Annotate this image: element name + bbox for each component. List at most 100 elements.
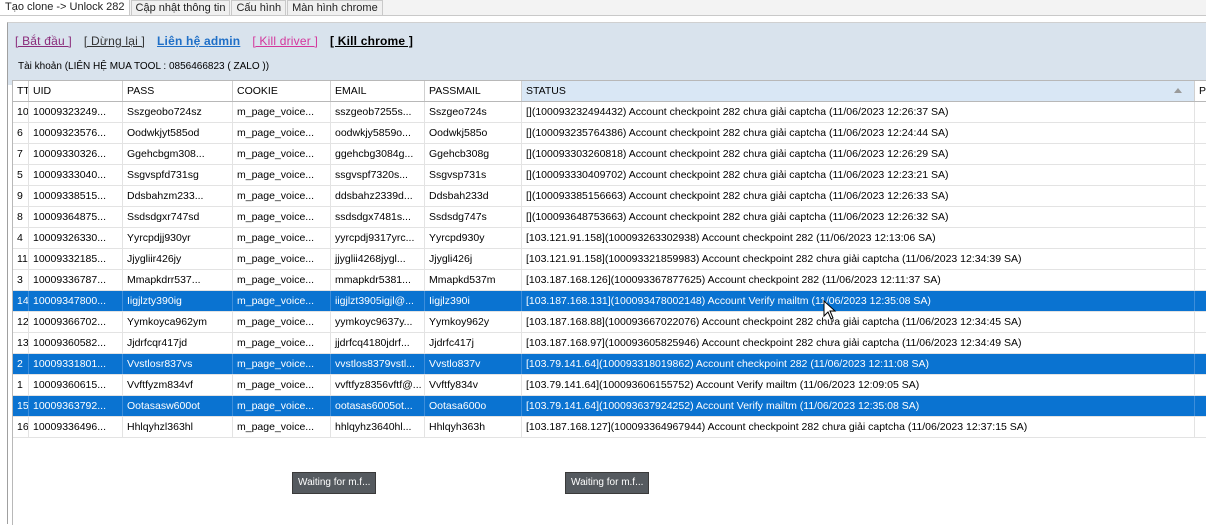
cell-tt: 3 bbox=[13, 270, 29, 290]
cell-cookie: m_page_voice... bbox=[233, 249, 331, 269]
column-header-pass[interactable]: PASS bbox=[123, 81, 233, 101]
cell-status: [](100093235764386) Account checkpoint 2… bbox=[522, 123, 1195, 143]
cell-pass: Yyrcpdjj930yr bbox=[123, 228, 233, 248]
table-row[interactable]: 7 10009330326... Ggehcbgm308... m_page_voic… bbox=[13, 144, 1206, 165]
contact-admin-link[interactable]: Liên hệ admin bbox=[157, 34, 240, 50]
cell-pass: Hhlqyhzl363hl bbox=[123, 417, 233, 437]
cell-pass: Ssgvspfd731sg bbox=[123, 165, 233, 185]
table-row[interactable]: 15 10009363792... Ootasasw600ot m_page_voic… bbox=[13, 396, 1206, 417]
table-row[interactable]: 12 10009366702... Yymkoyca962ym m_page_voic… bbox=[13, 312, 1206, 333]
table-row[interactable]: 13 10009360582... Jjdrfcqr417jd m_page_voic… bbox=[13, 333, 1206, 354]
cell-tt: 13 bbox=[13, 333, 29, 353]
cell-status: [103.187.168.126](100093367877625) Accou… bbox=[522, 270, 1195, 290]
cell-passmail: Yymkoy962y bbox=[425, 312, 522, 332]
cell-email: ssdsdgx7481s... bbox=[331, 207, 425, 227]
cell-status: [](100093648753663) Account checkpoint 2… bbox=[522, 207, 1195, 227]
cell-cookie: m_page_voice... bbox=[233, 270, 331, 290]
cell-email: ggehcbg3084g... bbox=[331, 144, 425, 164]
tab-clone-unlock[interactable]: Tạo clone -> Unlock 282 bbox=[0, 0, 130, 15]
kill-driver-button[interactable]: [ Kill driver ] bbox=[252, 34, 318, 50]
cell-uid: 10009323576... bbox=[29, 123, 123, 143]
cell-tt: 16 bbox=[13, 417, 29, 437]
cell-p bbox=[1195, 123, 1206, 143]
cell-pass: Yymkoyca962ym bbox=[123, 312, 233, 332]
cell-email: vvstlos8379vstl... bbox=[331, 354, 425, 374]
cell-tt: 15 bbox=[13, 396, 29, 416]
cell-p bbox=[1195, 333, 1206, 353]
cell-uid: 10009360615... bbox=[29, 375, 123, 395]
cell-passmail: Ddsbah233d bbox=[425, 186, 522, 206]
cell-uid: 10009360582... bbox=[29, 333, 123, 353]
cell-pass: Vvftfyzm834vf bbox=[123, 375, 233, 395]
table-row[interactable]: 16 10009336496... Hhlqyhzl363hl m_page_voic… bbox=[13, 417, 1206, 438]
cell-uid: 10009364875... bbox=[29, 207, 123, 227]
cell-cookie: m_page_voice... bbox=[233, 354, 331, 374]
cell-pass: Oodwkjyt585od bbox=[123, 123, 233, 143]
cell-uid: 10009336787... bbox=[29, 270, 123, 290]
table-row[interactable]: 8 10009364875... Ssdsdgxr747sd m_page_voice… bbox=[13, 207, 1206, 228]
tab-bar: Tạo clone -> Unlock 282 Cập nhật thông t… bbox=[0, 0, 1206, 16]
column-header-email[interactable]: EMAIL bbox=[331, 81, 425, 101]
column-header-status[interactable]: STATUS bbox=[522, 81, 1195, 101]
cell-email: ootasas6005ot... bbox=[331, 396, 425, 416]
tab-chrome-screen[interactable]: Màn hình chrome bbox=[287, 0, 383, 15]
cell-uid: 10009366702... bbox=[29, 312, 123, 332]
cell-passmail: Ootasa600o bbox=[425, 396, 522, 416]
cell-uid: 10009333040... bbox=[29, 165, 123, 185]
cell-p bbox=[1195, 144, 1206, 164]
cell-passmail: Hhlqyh363h bbox=[425, 417, 522, 437]
accounts-table: TT UID PASS COOKIE EMAIL PASSMAIL STATUS… bbox=[12, 80, 1206, 525]
cell-cookie: m_page_voice... bbox=[233, 291, 331, 311]
table-row[interactable]: 9 10009338515... Ddsbahzm233... m_page_voic… bbox=[13, 186, 1206, 207]
cell-tt: 4 bbox=[13, 228, 29, 248]
cell-status: [103.187.168.131](100093478002148) Accou… bbox=[522, 291, 1195, 311]
tab-settings[interactable]: Cấu hình bbox=[231, 0, 287, 15]
cell-status: [103.187.168.97](100093605825946) Accoun… bbox=[522, 333, 1195, 353]
column-header-cookie[interactable]: COOKIE bbox=[233, 81, 331, 101]
cell-p bbox=[1195, 354, 1206, 374]
table-row[interactable]: 11 10009332185... Jjygliir426jy m_page_voic… bbox=[13, 249, 1206, 270]
cell-tt: 12 bbox=[13, 312, 29, 332]
cell-uid: 10009332185... bbox=[29, 249, 123, 269]
cell-pass: Jjdrfcqr417jd bbox=[123, 333, 233, 353]
table-row[interactable]: 1 10009360615... Vvftfyzm834vf m_page_voice… bbox=[13, 375, 1206, 396]
cell-passmail: Ggehcb308g bbox=[425, 144, 522, 164]
cell-cookie: m_page_voice... bbox=[233, 102, 331, 122]
column-header-p[interactable]: P bbox=[1195, 81, 1206, 101]
table-row[interactable]: 3 10009336787... Mmapkdrr537... m_page_voic… bbox=[13, 270, 1206, 291]
waiting-tooltip: Waiting for m.f... bbox=[565, 472, 650, 494]
column-header-passmail[interactable]: PASSMAIL bbox=[425, 81, 522, 101]
cell-status: [103.121.91.158](100093263302938) Accoun… bbox=[522, 228, 1195, 248]
cell-cookie: m_page_voice... bbox=[233, 333, 331, 353]
cell-pass: Sszgeobo724sz bbox=[123, 102, 233, 122]
table-row[interactable]: 5 10009333040... Ssgvspfd731sg m_page_voice… bbox=[13, 165, 1206, 186]
cell-p bbox=[1195, 270, 1206, 290]
start-button[interactable]: [ Bắt đầu ] bbox=[15, 34, 72, 50]
table-row[interactable]: 4 10009326330... Yyrcpdjj930yr m_page_voice… bbox=[13, 228, 1206, 249]
cell-pass: Ootasasw600ot bbox=[123, 396, 233, 416]
kill-chrome-button[interactable]: [ Kill chrome ] bbox=[330, 34, 413, 50]
table-row[interactable]: 10 10009323249... Sszgeobo724sz m_page_voic… bbox=[13, 102, 1206, 123]
cell-passmail: Iigjlz390i bbox=[425, 291, 522, 311]
sort-up-icon bbox=[1174, 88, 1182, 93]
cell-tt: 11 bbox=[13, 249, 29, 269]
cell-tt: 7 bbox=[13, 144, 29, 164]
cell-uid: 10009323249... bbox=[29, 102, 123, 122]
column-header-tt[interactable]: TT bbox=[13, 81, 29, 101]
cell-passmail: Vvftfy834v bbox=[425, 375, 522, 395]
tab-update-info[interactable]: Cập nhật thông tin bbox=[130, 0, 231, 15]
stop-button[interactable]: [ Dừng lại ] bbox=[84, 34, 145, 50]
cell-passmail: Oodwkj585o bbox=[425, 123, 522, 143]
cell-pass: Jjygliir426jy bbox=[123, 249, 233, 269]
table-row[interactable]: 14 10009347800... Iigjlzty390ig m_page_voic… bbox=[13, 291, 1206, 312]
cell-uid: 10009347800... bbox=[29, 291, 123, 311]
cell-email: jjdrfcq4180jdrf... bbox=[331, 333, 425, 353]
main-panel: [ Bắt đầu ] [ Dừng lại ] Liên hệ admin [… bbox=[7, 22, 1206, 525]
table-row[interactable]: 2 10009331801... Vvstlosr837vs m_page_voice… bbox=[13, 354, 1206, 375]
column-header-uid[interactable]: UID bbox=[29, 81, 123, 101]
cell-email: oodwkjy5859o... bbox=[331, 123, 425, 143]
table-row[interactable]: 6 10009323576... Oodwkjyt585od m_page_voice… bbox=[13, 123, 1206, 144]
cell-p bbox=[1195, 396, 1206, 416]
cell-passmail: Yyrcpd930y bbox=[425, 228, 522, 248]
cell-tt: 8 bbox=[13, 207, 29, 227]
